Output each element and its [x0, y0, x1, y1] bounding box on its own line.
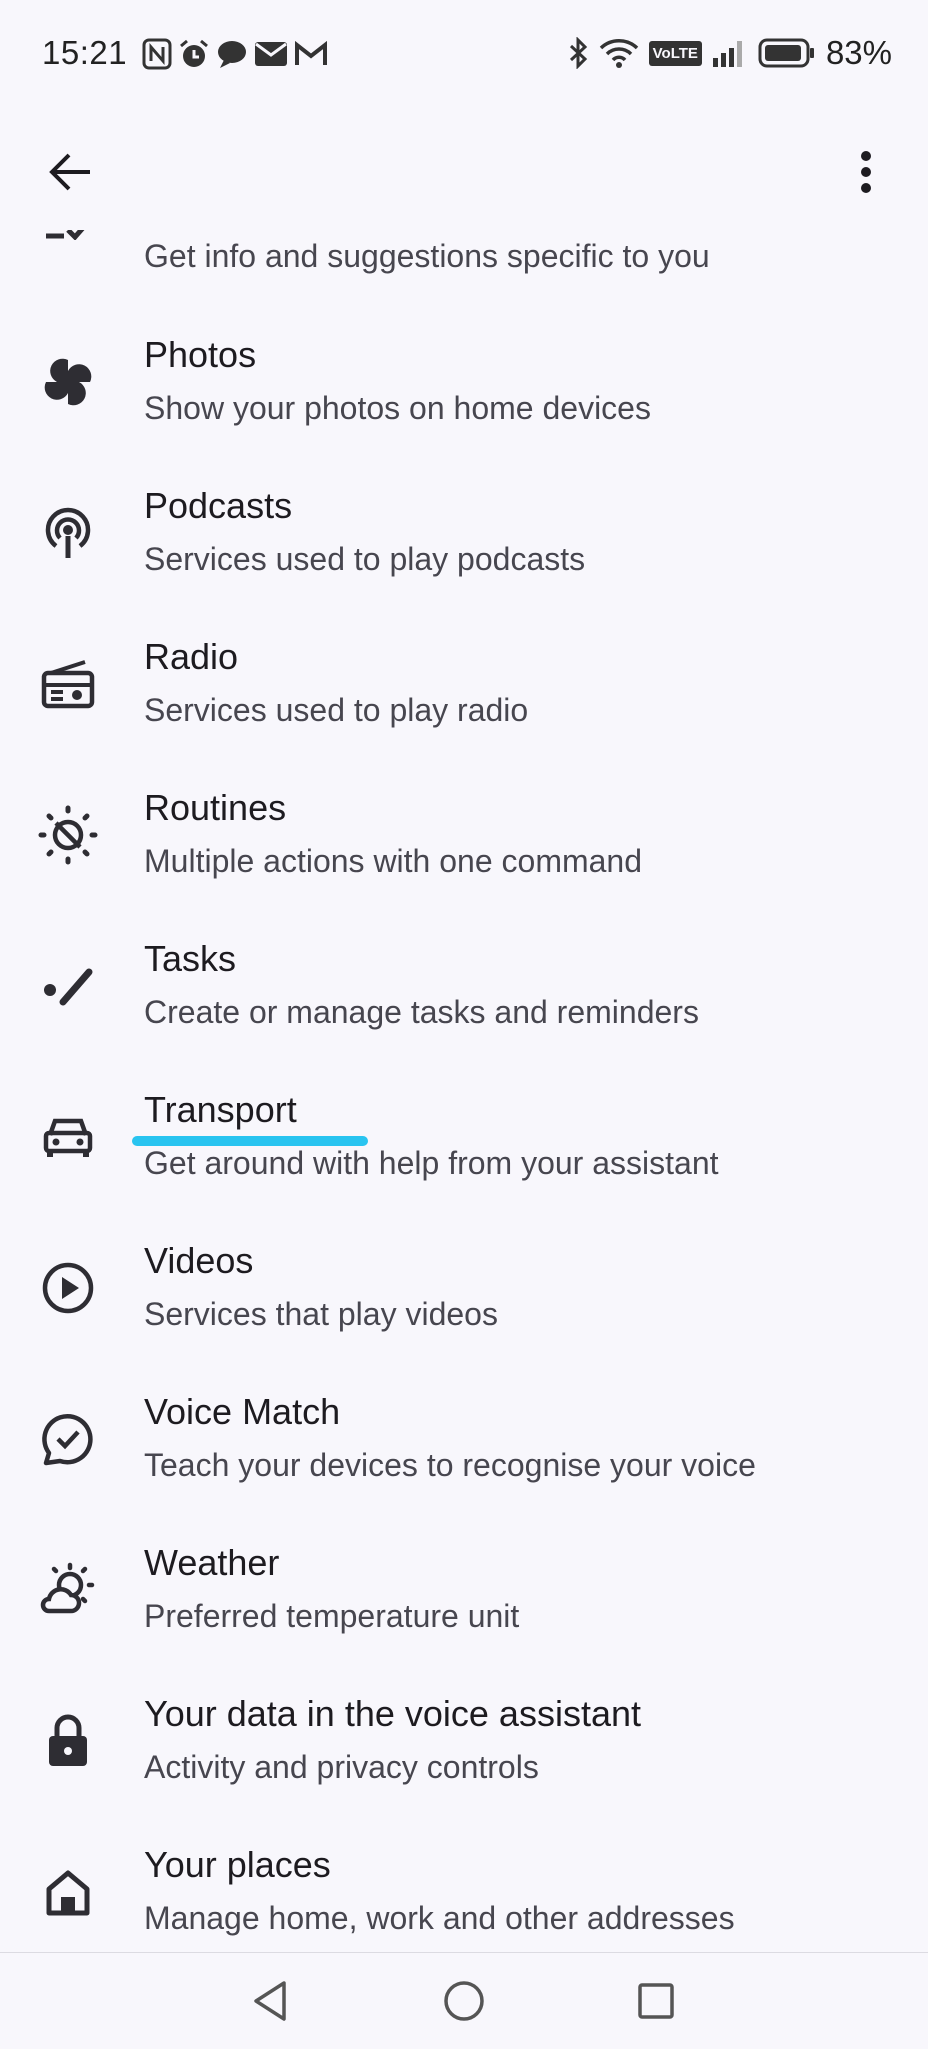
list-item-title: Videos [144, 1240, 254, 1281]
list-item-radio[interactable]: Radio Services used to play radio [0, 614, 928, 764]
home-icon [36, 1860, 100, 1924]
list-item-title: Tasks [144, 938, 237, 979]
list-item-subtitle: Services that play videos [144, 1296, 498, 1332]
weather-icon [36, 1558, 100, 1622]
list-item-title: Your places [144, 1844, 331, 1885]
list-item-routines[interactable]: Routines Multiple actions with one comma… [0, 765, 928, 915]
list-item-subtitle: Create or manage tasks and reminders [144, 994, 699, 1030]
nfc-icon [142, 38, 172, 70]
status-time: 15:21 [42, 34, 128, 71]
list-item-personal-results[interactable]: Get info and suggestions specific to you [0, 230, 928, 310]
highlight-underline [132, 1136, 368, 1146]
list-item-title: Podcasts [144, 485, 293, 526]
volte-icon: VoLTE [648, 40, 702, 66]
radio-icon [36, 652, 100, 716]
play-circle-icon [36, 1256, 100, 1320]
list-item-title: Voice Match [144, 1391, 341, 1432]
battery-percentage: 83% [825, 34, 892, 71]
nav-back-button[interactable] [240, 1971, 300, 2031]
list-item-title: Photos [144, 334, 257, 375]
podcast-icon [36, 501, 100, 565]
list-item-title: Weather [144, 1542, 280, 1583]
more-vert-icon [860, 150, 872, 194]
system-icons: VoLTE 83% [567, 34, 892, 72]
list-item-subtitle: Get info and suggestions specific to you [144, 238, 710, 274]
car-icon [36, 1105, 100, 1169]
status-bar: 15:21 VoLTE 83% [0, 0, 928, 110]
more-options-button[interactable] [842, 140, 890, 204]
top-app-bar [0, 120, 928, 220]
voice-match-icon [36, 1407, 100, 1471]
list-item-your-data[interactable]: Your data in the voice assistant Activit… [0, 1671, 928, 1821]
list-item-subtitle: Teach your devices to recognise your voi… [144, 1447, 756, 1483]
lock-icon [36, 1709, 100, 1773]
chat-icon [216, 39, 248, 69]
wifi-icon [599, 37, 639, 69]
notification-icons [142, 38, 328, 70]
list-item-tasks[interactable]: Tasks Create or manage tasks and reminde… [0, 916, 928, 1066]
list-item-videos[interactable]: Videos Services that play videos [0, 1218, 928, 1368]
list-item-voice-match[interactable]: Voice Match Teach your devices to recogn… [0, 1369, 928, 1519]
list-item-subtitle: Services used to play radio [144, 692, 529, 728]
tasks-icon [36, 954, 100, 1018]
navigation-bar [0, 1952, 928, 2049]
mail-icon [254, 41, 288, 67]
battery-icon [758, 38, 816, 68]
list-item-subtitle: Services used to play podcasts [144, 541, 586, 577]
list-item-subtitle: Preferred temperature unit [144, 1598, 520, 1634]
list-item-your-places[interactable]: Your places Manage home, work and other … [0, 1822, 928, 1950]
list-item-photos[interactable]: Photos Show your photos on home devices [0, 312, 928, 462]
routines-icon [36, 803, 100, 867]
signal-icon [712, 38, 748, 68]
list-item-weather[interactable]: Weather Preferred temperature unit [0, 1520, 928, 1670]
list-item-subtitle: Multiple actions with one command [144, 843, 643, 879]
personal-results-icon [36, 230, 100, 244]
bluetooth-icon [567, 37, 589, 69]
gmail-icon [294, 41, 328, 67]
list-item-title: Your data in the voice assistant [144, 1693, 641, 1734]
pinwheel-icon [36, 350, 100, 414]
nav-home-button[interactable] [434, 1971, 494, 2031]
list-item-title: Transport [144, 1089, 297, 1130]
back-button[interactable] [38, 140, 102, 204]
recents-square-icon [636, 1981, 676, 2021]
list-item-title: Radio [144, 636, 239, 677]
list-item-subtitle: Manage home, work and other addresses [144, 1900, 735, 1936]
list-item-podcasts[interactable]: Podcasts Services used to play podcasts [0, 463, 928, 613]
settings-list: Get info and suggestions specific to you… [0, 230, 928, 1950]
nav-recents-button[interactable] [626, 1971, 686, 2031]
list-item-subtitle: Get around with help from your assistant [144, 1145, 719, 1181]
arrow-back-icon [48, 152, 92, 192]
list-item-title: Routines [144, 787, 287, 828]
alarm-icon [178, 38, 210, 70]
back-triangle-icon [250, 1979, 290, 2023]
list-item-subtitle: Activity and privacy controls [144, 1749, 539, 1785]
list-item-subtitle: Show your photos on home devices [144, 390, 651, 426]
home-circle-icon [442, 1979, 486, 2023]
